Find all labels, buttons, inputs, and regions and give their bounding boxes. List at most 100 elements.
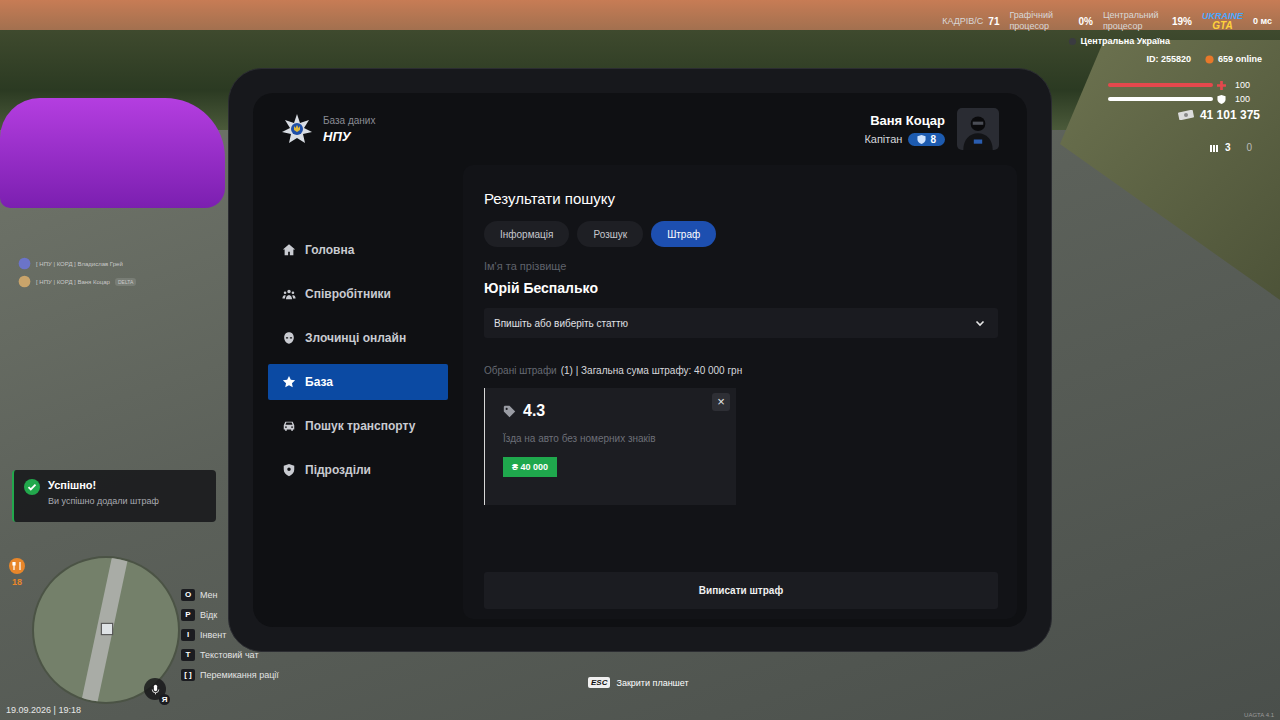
search-results: Результати пошукуІнформаціяРозшукШтрафІм… — [463, 165, 1017, 619]
ammo-reserve: 0 — [1246, 142, 1252, 153]
hint-label: Мен — [200, 590, 218, 600]
user-text: Ваня КоцарКапітан8 — [864, 113, 945, 146]
tablet: База данихНПУВаня КоцарКапітан8ГоловнаСп… — [228, 68, 1052, 652]
chevron-down-icon — [974, 317, 986, 329]
tab[interactable]: Штраф — [651, 221, 716, 247]
perf-value: 19% — [1172, 16, 1192, 27]
player-id: ID: 255820 — [1146, 54, 1191, 64]
ping: 0 мс — [1253, 16, 1272, 26]
perf-item: КАДРІВ/С 71 — [942, 16, 999, 27]
armor-fill — [1108, 97, 1213, 101]
notification-message: Ви успішно додали штраф — [48, 496, 159, 506]
sidebar-label: Пошук транспорту — [305, 419, 415, 433]
hint-label: Текстовий чат — [200, 650, 259, 660]
level-badge: 8 — [908, 133, 945, 146]
food-icon — [9, 558, 25, 574]
voice-button[interactable]: Я — [144, 678, 166, 700]
article-select[interactable]: Впишіть або виберіть статтю — [484, 308, 998, 338]
shield-icon — [917, 135, 926, 144]
level-value: 8 — [930, 134, 936, 145]
ammo: 30 — [1209, 142, 1252, 153]
notification: Успішно!Ви успішно додали штраф — [12, 470, 216, 522]
health-value: 100 — [1230, 80, 1250, 90]
close-hint-label: Закрити планшет — [616, 678, 688, 688]
player-stats: 10010041 101 37530 — [1108, 80, 1250, 153]
summary-label: Обрані штрафи — [484, 364, 557, 378]
fine-card: × 4.3 Їзда на авто без номерних знаків ₴ 40… — [484, 388, 736, 505]
remove-fine-button[interactable]: × — [712, 393, 730, 411]
perf-value: 71 — [988, 16, 999, 27]
hint-key: T — [181, 649, 195, 661]
chat-badge: DELTA — [115, 278, 136, 286]
money-value: 41 101 375 — [1200, 108, 1260, 122]
chat-text: [ НПУ | КОРД ] Ваня Коцар — [36, 279, 110, 285]
chat-line: [ НПУ | КОРД ] Владислав Грей — [18, 257, 136, 270]
banknote-icon — [1178, 110, 1194, 120]
key-hint: [ ]Перемикання рації — [181, 669, 279, 681]
fine-amount: ₴ 40 000 — [503, 457, 557, 477]
perf-item: Графічний процесор0% — [1009, 10, 1092, 32]
ammo-clip: 3 — [1225, 142, 1231, 153]
chat-text: [ НПУ | КОРД ] Владислав Грей — [36, 261, 123, 267]
page-title: Результати пошуку — [484, 189, 998, 209]
chat-line: [ НПУ | КОРД ] Ваня Коцар DELTA — [18, 275, 136, 288]
fine-description: Їзда на авто без номерних знаків — [503, 433, 656, 445]
tabs: Інформація Розшук Штраф — [484, 221, 998, 247]
user-rank: Капітан — [864, 133, 902, 145]
badge-icon — [18, 275, 31, 288]
brand-subtitle: База даних — [323, 115, 375, 126]
tab[interactable]: Інформація — [484, 221, 569, 247]
health-row: 100 — [1108, 80, 1250, 90]
sidebar-label: Головна — [305, 243, 354, 257]
purple-car — [0, 98, 225, 208]
logo-line: UKRAINE — [1202, 11, 1243, 21]
money: 41 101 375 — [1178, 108, 1260, 122]
sidebar-item[interactable]: Головна — [268, 232, 448, 268]
officer-avatar-icon — [957, 108, 999, 150]
hint-key: P — [181, 609, 195, 621]
armor-row: 100 — [1108, 94, 1250, 104]
player-marker-icon — [98, 620, 116, 638]
brand: База данихНПУ — [281, 113, 375, 145]
tablet-body: Головна Співробітники Злочинці онлайн База П… — [253, 165, 1027, 627]
online-count: 659 online — [1205, 54, 1262, 64]
bullets-icon — [1209, 143, 1219, 153]
sidebar-item[interactable]: Підрозділи — [268, 452, 448, 488]
sidebar-item[interactable]: База — [268, 364, 448, 400]
issue-fine-button[interactable]: Виписати штраф — [484, 572, 998, 609]
people-icon — [282, 287, 296, 301]
tag-icon — [503, 405, 516, 418]
chat: [ НПУ | КОРД ] Владислав Грей [ НПУ | КОР… — [18, 257, 136, 288]
notification-body: Успішно!Ви успішно додали штраф — [48, 479, 159, 513]
logo-line: GTA — [1212, 21, 1232, 31]
sidebar-item[interactable]: Злочинці онлайн — [268, 320, 448, 356]
sidebar-label: Співробітники — [305, 287, 391, 301]
car-icon — [282, 419, 296, 433]
sidebar-item[interactable]: Співробітники — [268, 276, 448, 312]
perf-item: Центральний процесор19% — [1103, 10, 1192, 32]
perf-label: КАДРІВ/С — [942, 16, 983, 27]
version: UAGTA 4.1 — [1244, 712, 1274, 718]
fine-list: × 4.3 Їзда на авто без номерних знаків ₴ 40… — [484, 388, 998, 505]
health-fill — [1108, 83, 1213, 87]
home-icon — [282, 243, 296, 257]
mic-icon — [149, 683, 162, 696]
sidebar: Головна Співробітники Злочинці онлайн База П… — [253, 165, 448, 627]
tab[interactable]: Розшук — [577, 221, 643, 247]
user-profile: Ваня КоцарКапітан8 — [864, 108, 999, 150]
star-icon — [282, 375, 296, 389]
voice-key: Я — [159, 694, 170, 705]
region: Центральна Україна — [1068, 36, 1170, 46]
sidebar-item[interactable]: Пошук транспорту — [268, 408, 448, 444]
fine-head: 4.3 — [503, 402, 545, 420]
mask-icon — [282, 331, 296, 345]
hint-label: Відк — [200, 610, 217, 620]
rank-row: Капітан 8 — [864, 133, 945, 146]
pin-icon — [1068, 37, 1077, 46]
sidebar-label: База — [305, 375, 333, 389]
health-icon — [1217, 81, 1226, 90]
brand-text: База данихНПУ — [323, 115, 375, 144]
hint-label: Перемикання рації — [200, 670, 279, 680]
esc-key[interactable]: ESC — [588, 677, 610, 688]
hunger-value: 18 — [12, 577, 22, 587]
